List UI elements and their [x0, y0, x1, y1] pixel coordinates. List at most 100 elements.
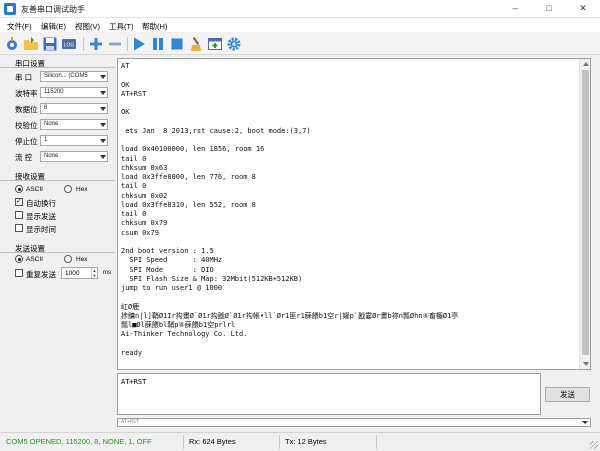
- add-icon[interactable]: [88, 36, 104, 52]
- chevron-down-icon: [100, 75, 106, 79]
- window-add-icon[interactable]: [207, 36, 223, 52]
- menu-edit[interactable]: 编辑(E): [41, 21, 66, 32]
- clear-broom-icon[interactable]: [188, 36, 204, 52]
- title-bar: 友善串口调试助手 – □ ✕: [0, 0, 600, 18]
- play-icon[interactable]: [131, 36, 147, 52]
- parity-select[interactable]: None: [40, 119, 108, 130]
- menu-view[interactable]: 视图(V): [75, 21, 100, 32]
- output-line: 2nd boot version : 1.5: [121, 247, 214, 255]
- output-line: chksum 0x79: [121, 219, 168, 228]
- chevron-down-icon: [100, 123, 106, 127]
- section-divider: [0, 252, 115, 253]
- output-line: csum 0x79: [121, 228, 159, 237]
- output-line: jump to run user1 @ 1000: [121, 284, 223, 292]
- svg-text:LOG: LOG: [64, 43, 75, 49]
- receive-output[interactable]: AT OK AT+RST OK ets Jan 8 2013,rst cause:…: [117, 58, 591, 370]
- output-line: OK: [121, 80, 130, 89]
- baud-select[interactable]: 115200: [40, 87, 108, 98]
- status-divider: [183, 435, 184, 449]
- send-ascii-label: ASCII: [26, 256, 43, 263]
- interval-input[interactable]: 1000 ▲ ▼: [61, 267, 98, 279]
- toolbar-separator: [127, 37, 128, 51]
- send-input-text: AT+RST: [121, 378, 147, 386]
- port-label: 串 口: [15, 73, 33, 82]
- output-line: load 0x3ffe8310, len 552, room 8: [121, 200, 256, 209]
- maximize-button[interactable]: □: [532, 0, 566, 18]
- port-select[interactable]: Silicon... (COM5: [40, 71, 108, 82]
- send-hex-label: Hex: [76, 256, 88, 263]
- databits-select[interactable]: 8: [40, 103, 108, 114]
- databits-label: 数据位: [15, 105, 38, 114]
- menu-tools[interactable]: 工具(T): [109, 21, 134, 32]
- show-send-checkbox[interactable]: [15, 211, 23, 219]
- repeat-send-label: 重复发送: [26, 270, 56, 279]
- scroll-down-icon[interactable]: [583, 362, 589, 366]
- output-line: ready: [121, 348, 143, 357]
- output-line: 捗鳙n|l]鞘Ø1Ir抅畫Ø`Ø1r抅戤Ø`Ø1r抅帳•ll`Ør1匪r1蔝餵b…: [121, 311, 459, 320]
- receive-hex-radio[interactable]: [64, 185, 72, 193]
- log-icon[interactable]: LOG: [61, 36, 77, 52]
- stop-icon[interactable]: [169, 36, 185, 52]
- output-line: load 0x40100000, len 1856, room 16: [121, 145, 265, 154]
- scroll-thumb[interactable]: [582, 70, 589, 355]
- output-line: ets Jan 8 2013,rst cause:2, boot mode:(3…: [121, 126, 311, 135]
- scroll-up-icon[interactable]: [583, 62, 589, 66]
- remove-icon[interactable]: [107, 36, 123, 52]
- show-time-label: 显示时间: [26, 225, 56, 234]
- databits-value: 8: [44, 105, 48, 111]
- chevron-down-icon: [100, 107, 106, 111]
- baud-value: 115200: [44, 89, 64, 95]
- show-send-label: 显示发送: [26, 212, 56, 221]
- status-bar: COM5 OPENED, 115200, 8, NONE, 1, OFF Rx:…: [0, 432, 600, 451]
- send-input[interactable]: AT+RST: [117, 373, 541, 415]
- open-folder-icon[interactable]: [23, 36, 39, 52]
- output-text: AT OK AT+RST OK ets Jan 8 2013,rst cause:…: [121, 62, 577, 358]
- output-line: SPI Mode : DIO: [121, 265, 214, 274]
- output-line: tail 0: [121, 182, 147, 191]
- output-line: SPI Flash Size & Map: 32Mbit(512KB+512KB…: [121, 274, 303, 283]
- repeat-send-checkbox[interactable]: [15, 269, 23, 277]
- chevron-down-icon: [582, 421, 588, 424]
- output-line: chksum 0x63: [121, 163, 168, 172]
- output-line: AT: [121, 62, 130, 70]
- toolbar-separator: [83, 37, 84, 51]
- gear-icon[interactable]: [226, 36, 242, 52]
- resize-grip-icon[interactable]: [590, 441, 598, 449]
- output-line: Ai-Thinker Technology Co. Ltd.: [121, 330, 248, 339]
- pause-icon[interactable]: [150, 36, 166, 52]
- interval-value: 1000: [65, 270, 80, 277]
- spin-arrows-icon[interactable]: ▲ ▼: [91, 268, 97, 278]
- save-icon[interactable]: [42, 36, 58, 52]
- chevron-down-icon: [100, 139, 106, 143]
- stopbits-select[interactable]: 1: [40, 135, 108, 146]
- window-title: 友善串口调试助手: [21, 5, 85, 14]
- menu-help[interactable]: 帮助(H): [142, 21, 167, 32]
- output-line: OK: [121, 108, 130, 117]
- output-line: AT+RST: [121, 89, 147, 98]
- menu-file[interactable]: 文件(F): [7, 21, 32, 32]
- send-ascii-radio[interactable]: [15, 255, 23, 263]
- output-scrollbar[interactable]: [579, 59, 590, 369]
- status-divider: [376, 435, 377, 449]
- receive-hex-label: Hex: [76, 186, 88, 193]
- stopbits-label: 停止位: [15, 137, 38, 146]
- minimize-button[interactable]: –: [498, 0, 532, 18]
- send-history-select[interactable]: AT+RST: [117, 418, 591, 427]
- settings-wrench-icon[interactable]: [4, 36, 20, 52]
- flow-select[interactable]: None: [40, 151, 108, 162]
- output-line: tail 0: [121, 210, 147, 218]
- show-time-checkbox[interactable]: [15, 224, 23, 232]
- parity-value: None: [44, 121, 59, 127]
- flow-value: None: [44, 153, 59, 159]
- auto-wrap-checkbox[interactable]: [15, 197, 23, 206]
- receive-ascii-radio[interactable]: [15, 185, 23, 193]
- send-hex-radio[interactable]: [64, 255, 72, 263]
- close-button[interactable]: ✕: [566, 0, 600, 18]
- send-button[interactable]: 发送: [545, 387, 590, 402]
